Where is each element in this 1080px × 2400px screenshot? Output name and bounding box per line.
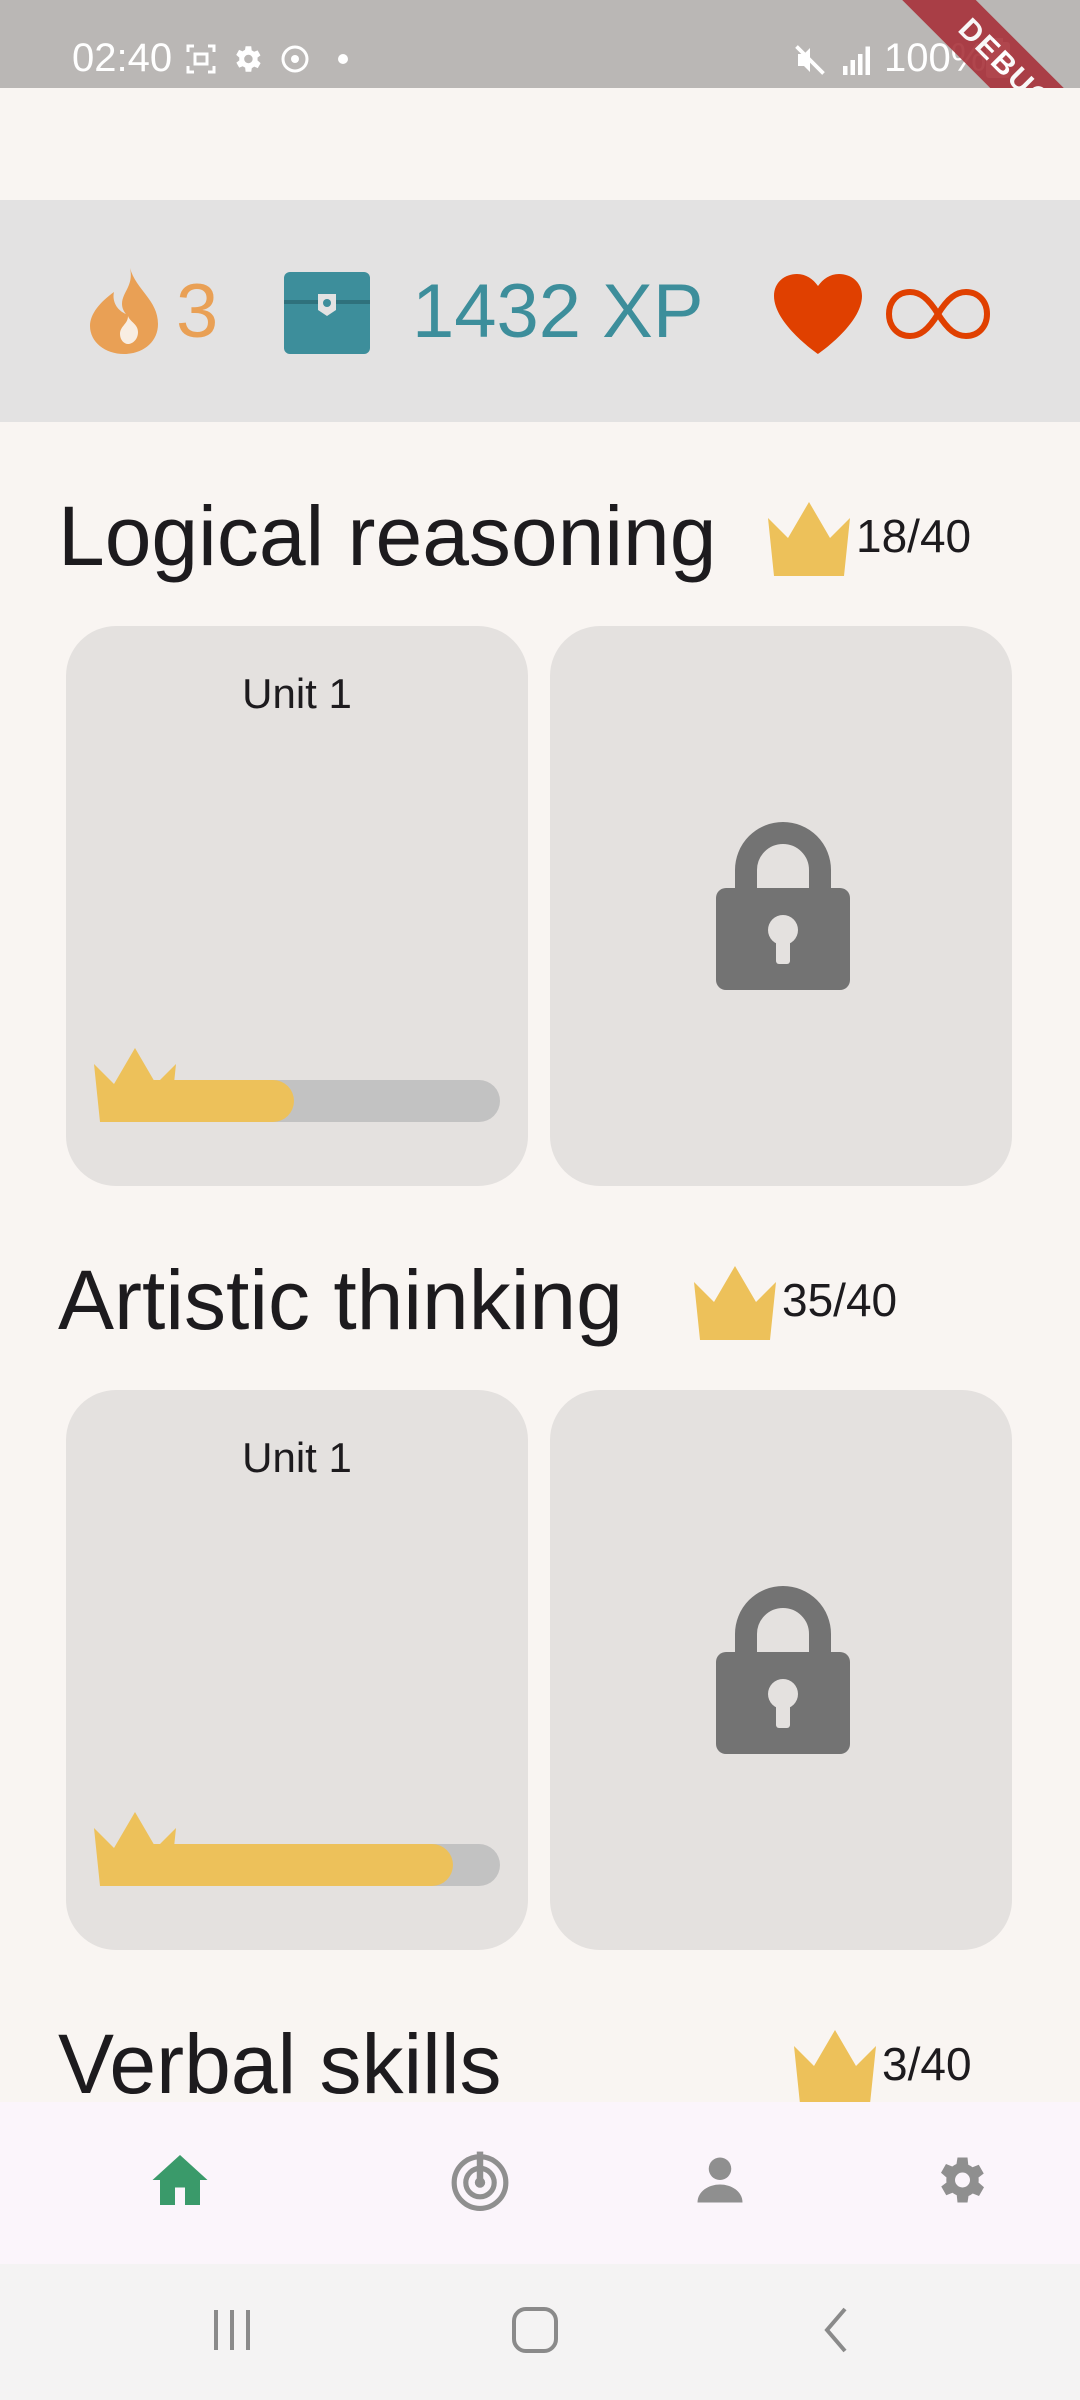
home-system-button[interactable] — [500, 2300, 570, 2360]
unit-progress-bar — [126, 1080, 500, 1122]
mute-icon — [795, 45, 825, 75]
crown-icon — [94, 1812, 176, 1886]
section-title-artistic-thinking: Artistic thinking — [58, 1253, 623, 1347]
signal-icon — [843, 46, 870, 75]
section-crown-count: 35/40 — [782, 1274, 898, 1326]
locked-unit-card[interactable] — [550, 626, 1012, 1186]
nav-radar[interactable] — [440, 2140, 520, 2220]
notification-dot — [338, 54, 348, 64]
unit-card-1[interactable]: Unit 1 — [66, 626, 528, 1186]
back-icon — [824, 2307, 847, 2353]
infinity-icon — [885, 288, 991, 340]
recent-apps-icon — [214, 2310, 250, 2350]
locked-unit-card[interactable] — [550, 1390, 1012, 1950]
crown-icon — [694, 1266, 776, 1340]
unit-card-1[interactable]: Unit 1 — [66, 1390, 528, 1950]
nav-home[interactable] — [140, 2140, 220, 2220]
crown-icon — [794, 2030, 876, 2104]
unit-progress-bar — [126, 1844, 500, 1886]
section-crown-count: 18/40 — [856, 510, 972, 562]
section-title-verbal-skills: Verbal skills — [58, 2017, 502, 2111]
back-system-button[interactable] — [802, 2300, 872, 2360]
recent-apps-button[interactable] — [198, 2300, 268, 2360]
home-circle-icon — [512, 2307, 558, 2353]
xp-count: 1432 XP — [412, 269, 704, 354]
gear-icon — [236, 46, 261, 72]
crown-icon — [94, 1048, 176, 1122]
lock-icon — [716, 1586, 850, 1754]
sync-icon — [281, 45, 309, 73]
home-icon — [152, 2155, 208, 2205]
nav-settings[interactable] — [920, 2140, 1000, 2220]
radar-icon — [451, 2151, 509, 2211]
app-bar — [0, 88, 1080, 200]
unit-label: Unit 1 — [242, 1434, 352, 1481]
treasure-chest-icon[interactable] — [284, 272, 370, 354]
streak-count: 3 — [176, 269, 219, 354]
unit-label: Unit 1 — [242, 670, 352, 717]
section-crown-count: 3/40 — [882, 2038, 972, 2090]
section-title-logical-reasoning: Logical reasoning — [58, 489, 717, 583]
lock-icon — [716, 822, 850, 990]
status-time: 02:40 — [72, 36, 173, 80]
heart-icon — [774, 274, 862, 354]
crown-icon — [768, 502, 850, 576]
nav-profile[interactable] — [680, 2140, 760, 2220]
settings-icon — [941, 2157, 984, 2203]
screenshot-icon — [186, 44, 216, 74]
fire-icon — [90, 268, 158, 354]
profile-icon — [697, 2157, 743, 2203]
